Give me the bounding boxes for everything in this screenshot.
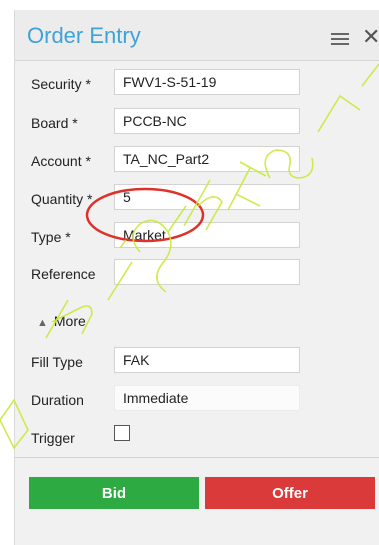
trigger-label: Trigger xyxy=(31,430,75,446)
security-row: Security * FWV1-S-51-19 xyxy=(15,69,379,99)
type-row: Type * Market xyxy=(15,222,379,252)
board-label: Board * xyxy=(31,115,78,131)
type-field[interactable]: Market xyxy=(114,222,300,248)
bid-button[interactable]: Bid xyxy=(29,477,199,509)
type-label: Type * xyxy=(31,229,71,245)
duration-row: Duration Immediate xyxy=(15,385,379,415)
duration-field[interactable]: Immediate xyxy=(114,385,300,411)
account-label: Account * xyxy=(31,153,91,169)
offer-button[interactable]: Offer xyxy=(205,477,375,509)
account-field[interactable]: TA_NC_Part2 xyxy=(114,146,300,172)
order-entry-panel: Order Entry ✕ Security * FWV1-S-51-19 Bo… xyxy=(14,10,379,545)
close-icon[interactable]: ✕ xyxy=(362,26,379,48)
hamburger-menu-icon[interactable] xyxy=(331,32,349,46)
reference-row: Reference xyxy=(15,259,379,289)
more-label: More xyxy=(53,313,86,329)
duration-label: Duration xyxy=(31,392,84,408)
board-row: Board * PCCB-NC xyxy=(15,108,379,138)
quantity-row: Quantity * 5 xyxy=(15,184,379,214)
quantity-label: Quantity * xyxy=(31,191,93,207)
fill-type-row: Fill Type FAK xyxy=(15,347,379,377)
fill-type-label: Fill Type xyxy=(31,354,83,370)
board-field[interactable]: PCCB-NC xyxy=(114,108,300,134)
reference-label: Reference xyxy=(31,266,96,282)
collapse-arrow-icon: ▲ xyxy=(37,317,48,329)
security-label: Security * xyxy=(31,76,91,92)
quantity-field[interactable]: 5 xyxy=(114,184,300,210)
trigger-row: Trigger xyxy=(15,423,379,453)
fill-type-field[interactable]: FAK xyxy=(114,347,300,373)
account-row: Account * TA_NC_Part2 xyxy=(15,146,379,176)
panel-title: Order Entry xyxy=(27,23,141,48)
security-field[interactable]: FWV1-S-51-19 xyxy=(114,69,300,95)
reference-field[interactable] xyxy=(114,259,300,285)
trigger-checkbox[interactable] xyxy=(114,425,130,441)
panel-header: Order Entry ✕ xyxy=(15,10,379,61)
more-toggle[interactable]: ▲ More xyxy=(37,313,86,329)
divider xyxy=(15,457,379,458)
